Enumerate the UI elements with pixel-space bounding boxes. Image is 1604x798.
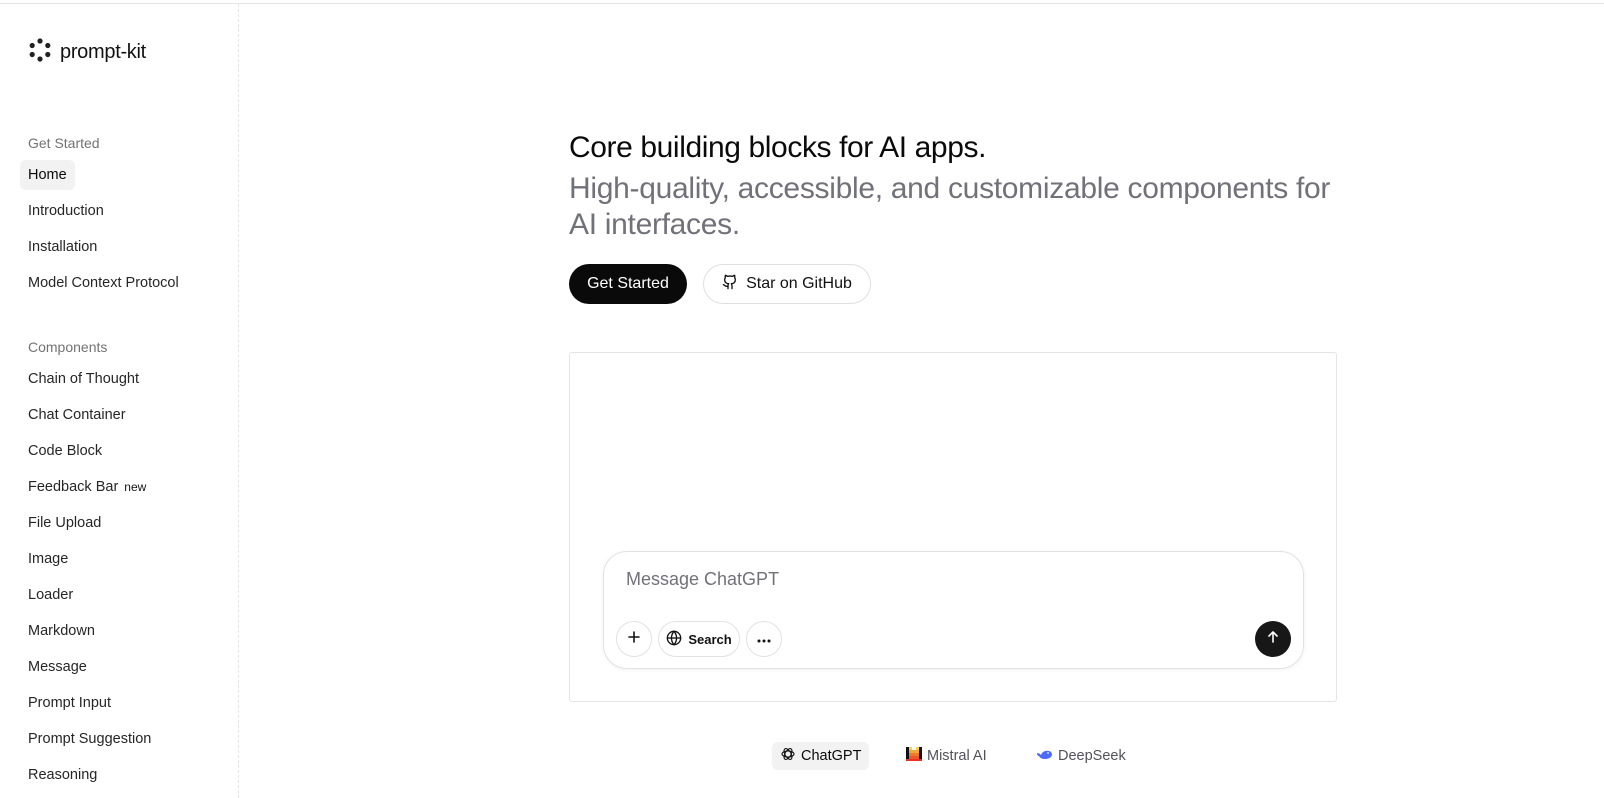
ellipsis-icon [757, 630, 771, 648]
sidebar-item-installation[interactable]: Installation [20, 232, 105, 262]
sidebar-item-chat-container[interactable]: Chat Container [20, 400, 134, 430]
sidebar-item-label: Image [28, 551, 69, 567]
sidebar-item-label: Model Context Protocol [28, 275, 179, 291]
search-label: Search [688, 631, 732, 647]
prompt-input-box: Search [603, 551, 1304, 669]
openai-icon [780, 746, 796, 766]
section-label-get-started: Get Started [28, 135, 100, 151]
sidebar-item-code-block[interactable]: Code Block [20, 436, 110, 466]
sidebar-item-label: Introduction [28, 203, 104, 219]
get-started-button[interactable]: Get Started [569, 264, 687, 304]
top-border [0, 3, 1604, 4]
sidebar-item-file-upload[interactable]: File Upload [20, 508, 109, 538]
sidebar-item-markdown[interactable]: Markdown [20, 616, 103, 646]
sidebar-item-introduction[interactable]: Introduction [20, 196, 112, 226]
dotted-ring-logo-icon [28, 38, 52, 67]
sidebar-item-label: File Upload [28, 515, 102, 531]
sidebar-item-label: Prompt Input [28, 695, 112, 711]
new-badge: new [124, 480, 147, 494]
star-on-github-label: Star on GitHub [746, 275, 852, 292]
sidebar-item-chain-of-thought[interactable]: Chain of Thought [20, 364, 147, 394]
arrow-up-icon [1266, 630, 1280, 649]
sidebar-item-label: Installation [28, 239, 98, 255]
sidebar-item-label: Chat Container [28, 407, 126, 423]
star-on-github-button[interactable]: Star on GitHub [703, 264, 871, 304]
section-label-components: Components [28, 339, 108, 355]
sidebar-item-message[interactable]: Message [20, 652, 95, 682]
deepseek-icon [1036, 747, 1053, 765]
more-options-button[interactable] [746, 621, 782, 657]
add-button[interactable] [616, 621, 652, 657]
sidebar-item-prompt-input[interactable]: Prompt Input [20, 688, 119, 718]
message-input[interactable] [626, 566, 1266, 592]
sidebar-item-image[interactable]: Image [20, 544, 76, 574]
sidebar-item-label: Markdown [28, 623, 95, 639]
tab-mistral-ai[interactable]: Mistral AI [898, 742, 995, 770]
tab-label: ChatGPT [801, 748, 862, 764]
search-button[interactable]: Search [658, 621, 740, 657]
tab-label: DeepSeek [1058, 748, 1126, 764]
sidebar-item-label: Loader [28, 587, 74, 603]
hero-title: Core building blocks for AI apps. [569, 131, 987, 164]
sidebar-item-label: Home [28, 167, 67, 183]
sidebar-item-model-context-protocol[interactable]: Model Context Protocol [20, 268, 187, 298]
sidebar-item-label: Code Block [28, 443, 103, 459]
hero-subtitle: High-quality, accessible, and customizab… [569, 172, 1331, 241]
sidebar-item-home[interactable]: Home [20, 160, 75, 190]
plus-icon [627, 630, 641, 649]
sidebar: prompt-kit Get Started Home Introduction… [0, 4, 239, 798]
sidebar-item-label: Feedback Bar [28, 479, 119, 495]
send-button[interactable] [1255, 621, 1291, 657]
brand[interactable]: prompt-kit [28, 38, 146, 67]
sidebar-item-feedback-bar[interactable]: Feedback Bar new [20, 472, 154, 502]
sidebar-item-label: Message [28, 659, 87, 675]
tab-chatgpt[interactable]: ChatGPT [772, 742, 870, 770]
brand-name: prompt-kit [60, 41, 146, 63]
sidebar-item-loader[interactable]: Loader [20, 580, 81, 610]
sidebar-item-label: Chain of Thought [28, 371, 139, 387]
mistral-icon [906, 746, 922, 766]
globe-icon [666, 629, 682, 649]
github-icon [722, 274, 738, 295]
tab-label: Mistral AI [927, 748, 987, 764]
tab-deepseek[interactable]: DeepSeek [1028, 742, 1134, 770]
model-tabs: ChatGPT Mistral AI DeepSeek [0, 742, 1604, 772]
